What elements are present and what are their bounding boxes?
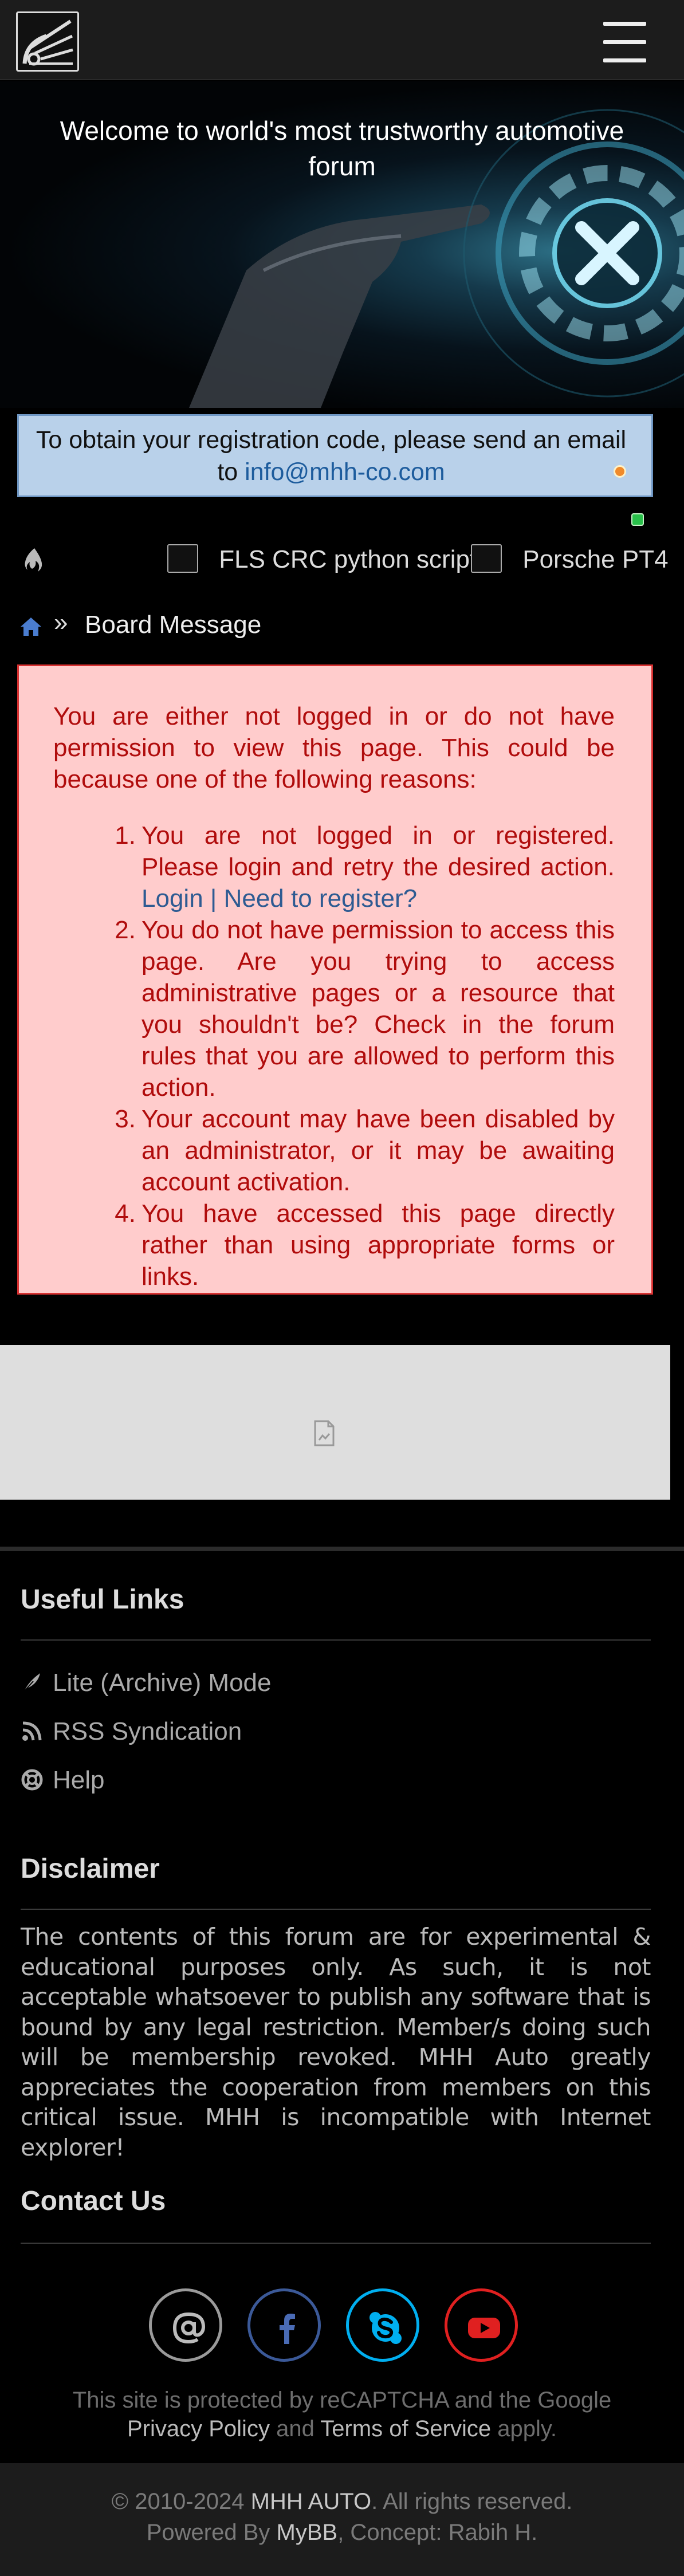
link-label: RSS Syndication bbox=[53, 1717, 242, 1745]
recaptcha-apply: apply. bbox=[497, 2416, 557, 2441]
thread-thumbnail-icon bbox=[471, 544, 502, 573]
recaptcha-and: and bbox=[276, 2416, 315, 2441]
broken-image-icon bbox=[314, 1420, 335, 1446]
copyright-rights: . All rights reserved. bbox=[371, 2489, 573, 2514]
link-label: Help bbox=[53, 1766, 105, 1794]
lite-mode-link[interactable]: Lite (Archive) Mode bbox=[21, 1666, 271, 1700]
email-at-icon bbox=[172, 2312, 206, 2344]
rss-icon bbox=[22, 1721, 42, 1741]
fire-icon bbox=[25, 548, 42, 572]
list-item: 2. You do not have permission to access … bbox=[70, 914, 615, 1103]
link-label: Lite (Archive) Mode bbox=[53, 1669, 272, 1697]
notice-dismiss-icon[interactable] bbox=[614, 465, 626, 478]
ticker-item-label: Porsche PT4 bbox=[522, 545, 669, 573]
rss-syndication-link[interactable]: RSS Syndication bbox=[21, 1714, 242, 1749]
youtube-icon bbox=[468, 2318, 500, 2338]
contact-us-heading: Contact Us bbox=[21, 2186, 166, 2216]
list-number: 1. bbox=[115, 821, 136, 850]
top-navbar bbox=[0, 0, 684, 80]
reason-text: You do not have permission to access thi… bbox=[141, 916, 615, 1102]
reason-text: You are not logged in or registered. Ple… bbox=[141, 821, 615, 881]
mhh-auto-logo-icon[interactable] bbox=[16, 11, 79, 72]
breadcrumb: » Board Message bbox=[0, 607, 684, 647]
useful-links-heading: Useful Links bbox=[21, 1584, 184, 1615]
recaptcha-text: This site is protected by reCAPTCHA and … bbox=[72, 2388, 612, 2413]
registration-notice: To obtain your registration code, please… bbox=[17, 414, 653, 497]
hot-threads-ticker: FLS CRC python script Porsche PT4 bbox=[0, 533, 684, 584]
ticker-item[interactable]: FLS CRC python script bbox=[167, 543, 477, 576]
thread-thumbnail-icon bbox=[167, 544, 198, 573]
list-item: 3. Your account may have been disabled b… bbox=[70, 1103, 615, 1198]
help-link[interactable]: Help bbox=[21, 1763, 105, 1798]
breadcrumb-separator: » bbox=[54, 608, 68, 636]
list-number: 2. bbox=[115, 916, 136, 944]
skype-icon bbox=[369, 2312, 402, 2344]
copyright-years: © 2010-2024 bbox=[111, 2489, 245, 2514]
disclaimer-heading: Disclaimer bbox=[21, 1854, 160, 1884]
section-rule bbox=[21, 2243, 651, 2244]
concept-credit: , Concept: Rabih H. bbox=[337, 2520, 538, 2545]
status-indicator-icon bbox=[631, 513, 644, 526]
hero-banner: Welcome to world's most trustworthy auto… bbox=[0, 81, 684, 408]
privacy-policy-link[interactable]: Privacy Policy bbox=[127, 2416, 270, 2441]
contact-email-link[interactable]: info@mhh-co.com bbox=[245, 458, 445, 486]
terms-of-service-link[interactable]: Terms of Service bbox=[320, 2416, 491, 2441]
footer-divider bbox=[0, 1547, 684, 1551]
skype-button[interactable] bbox=[346, 2288, 419, 2362]
disclaimer-text: The contents of this forum are for exper… bbox=[21, 1923, 651, 2161]
facebook-icon bbox=[280, 2314, 295, 2344]
facebook-button[interactable] bbox=[247, 2288, 321, 2362]
list-item: 1. You are not logged in or registered. … bbox=[70, 820, 615, 914]
youtube-button[interactable] bbox=[445, 2288, 518, 2362]
home-icon[interactable] bbox=[19, 616, 42, 637]
section-rule bbox=[21, 1909, 651, 1910]
reason-text: Your account may have been disabled by a… bbox=[141, 1105, 615, 1196]
lifebuoy-icon bbox=[21, 1769, 43, 1791]
welcome-title: Welcome to world's most trustworthy auto… bbox=[60, 116, 624, 181]
email-button[interactable] bbox=[149, 2288, 222, 2362]
ticker-item-label: FLS CRC python script bbox=[219, 545, 477, 573]
mybb-link[interactable]: MyBB bbox=[277, 2520, 338, 2545]
no-permission-error-box: You are either not logged in or do not h… bbox=[17, 664, 653, 1295]
link-divider: | bbox=[210, 884, 217, 913]
list-item: 4. You have accessed this page directly … bbox=[70, 1198, 615, 1292]
advertisement-placeholder[interactable] bbox=[0, 1345, 670, 1500]
register-link[interactable]: Need to register? bbox=[224, 884, 418, 913]
error-reasons-list: 1. You are not logged in or registered. … bbox=[70, 820, 615, 1292]
login-link[interactable]: Login bbox=[141, 884, 203, 913]
mhh-auto-home-link[interactable]: MHH AUTO bbox=[251, 2489, 371, 2514]
list-number: 3. bbox=[115, 1105, 136, 1133]
error-intro: You are either not logged in or do not h… bbox=[53, 702, 615, 793]
breadcrumb-current: Board Message bbox=[85, 611, 262, 639]
powered-by-label: Powered By bbox=[146, 2520, 270, 2545]
reason-text: You have accessed this page directly rat… bbox=[141, 1199, 615, 1291]
copyright-bar: © 2010-2024 MHH AUTO. All rights reserve… bbox=[0, 2463, 684, 2576]
section-rule bbox=[21, 1639, 651, 1641]
recaptcha-notice: This site is protected by reCAPTCHA and … bbox=[0, 2386, 684, 2443]
list-number: 4. bbox=[115, 1199, 136, 1228]
ticker-item[interactable]: Porsche PT4 bbox=[471, 543, 669, 576]
hamburger-menu-icon[interactable] bbox=[603, 21, 646, 64]
feather-icon bbox=[22, 1673, 40, 1694]
